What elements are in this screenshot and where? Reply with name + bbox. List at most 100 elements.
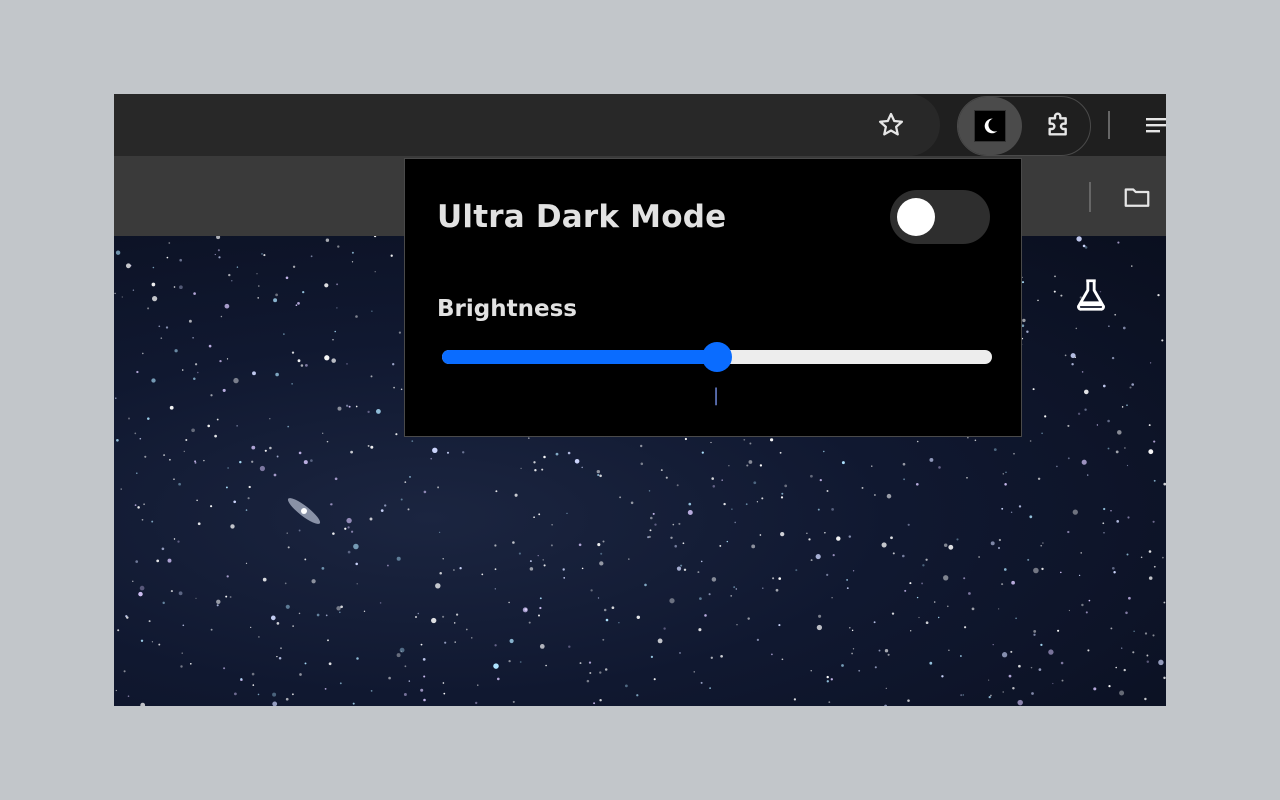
- star: [151, 641, 153, 643]
- star: [590, 589, 593, 592]
- bookmark-star-button[interactable]: [874, 108, 908, 142]
- reading-list-button[interactable]: [1144, 110, 1166, 140]
- star: [1052, 682, 1054, 685]
- star: [721, 479, 723, 481]
- star: [846, 578, 849, 581]
- star: [541, 468, 544, 471]
- star: [512, 700, 515, 703]
- star: [528, 621, 531, 624]
- star: [733, 586, 736, 589]
- star: [297, 302, 300, 305]
- puzzle-icon: [1048, 112, 1067, 136]
- star: [720, 654, 723, 658]
- star: [918, 616, 920, 619]
- star: [345, 404, 349, 407]
- star: [543, 564, 546, 567]
- labs-button[interactable]: [1072, 276, 1116, 320]
- star: [1048, 649, 1054, 655]
- star: [351, 251, 354, 254]
- star: [411, 440, 414, 442]
- star: [636, 615, 641, 620]
- star: [762, 587, 764, 589]
- star: [334, 477, 338, 481]
- star: [967, 437, 969, 439]
- star: [224, 303, 230, 309]
- star: [136, 472, 138, 474]
- browser-toolbar: [114, 94, 1166, 156]
- star: [423, 698, 426, 702]
- star: [423, 675, 426, 678]
- slider-thumb[interactable]: [702, 342, 732, 372]
- star: [761, 497, 764, 500]
- star: [885, 687, 887, 690]
- star: [356, 583, 358, 585]
- star: [964, 626, 967, 629]
- star: [495, 490, 498, 493]
- star: [1148, 550, 1152, 553]
- star: [229, 596, 232, 598]
- star: [743, 438, 746, 441]
- star: [1003, 568, 1007, 571]
- star: [519, 661, 522, 663]
- star: [339, 611, 341, 614]
- star: [166, 256, 169, 259]
- star: [216, 236, 221, 240]
- star: [115, 397, 117, 399]
- star: [826, 490, 829, 492]
- star: [298, 529, 301, 532]
- star: [1074, 356, 1077, 359]
- brightness-slider[interactable]: [442, 342, 992, 372]
- star: [1124, 447, 1126, 449]
- star: [578, 543, 582, 547]
- star: [887, 653, 890, 656]
- star: [248, 485, 251, 489]
- star: [1140, 556, 1143, 559]
- star: [270, 615, 276, 621]
- galaxy-core: [301, 508, 307, 514]
- star: [264, 449, 267, 452]
- bookmarks-folder-button[interactable]: [1120, 180, 1154, 214]
- star: [993, 448, 997, 451]
- ultra-dark-mode-extension-button[interactable]: [958, 97, 1022, 155]
- star: [770, 438, 774, 442]
- star: [669, 598, 675, 604]
- star: [346, 363, 348, 365]
- star: [272, 692, 277, 697]
- star: [339, 682, 342, 685]
- star: [1162, 556, 1164, 559]
- address-bar[interactable]: [114, 94, 940, 156]
- star: [1085, 611, 1088, 614]
- moon-icon: [984, 118, 998, 134]
- star: [683, 568, 687, 572]
- star: [630, 501, 634, 505]
- star: [165, 326, 169, 329]
- star: [997, 608, 1000, 610]
- star: [137, 506, 140, 509]
- star: [251, 445, 256, 450]
- star: [120, 488, 122, 490]
- star: [422, 658, 426, 661]
- star: [285, 604, 290, 609]
- star: [353, 543, 359, 550]
- star: [1113, 570, 1116, 574]
- dark-mode-toggle[interactable]: [890, 190, 990, 244]
- star: [214, 253, 216, 256]
- star: [1041, 432, 1043, 435]
- star: [680, 564, 683, 567]
- star: [625, 684, 628, 688]
- star: [780, 496, 784, 499]
- star: [225, 486, 228, 489]
- star: [1033, 630, 1037, 633]
- star: [390, 254, 393, 257]
- star: [363, 610, 366, 612]
- star: [443, 692, 446, 695]
- star: [160, 337, 163, 339]
- star: [273, 298, 278, 303]
- star: [550, 544, 553, 547]
- star: [123, 670, 126, 673]
- star: [1115, 666, 1117, 669]
- extensions-menu-button[interactable]: [1039, 106, 1079, 144]
- star: [300, 364, 304, 367]
- star: [640, 462, 644, 466]
- star: [179, 285, 183, 290]
